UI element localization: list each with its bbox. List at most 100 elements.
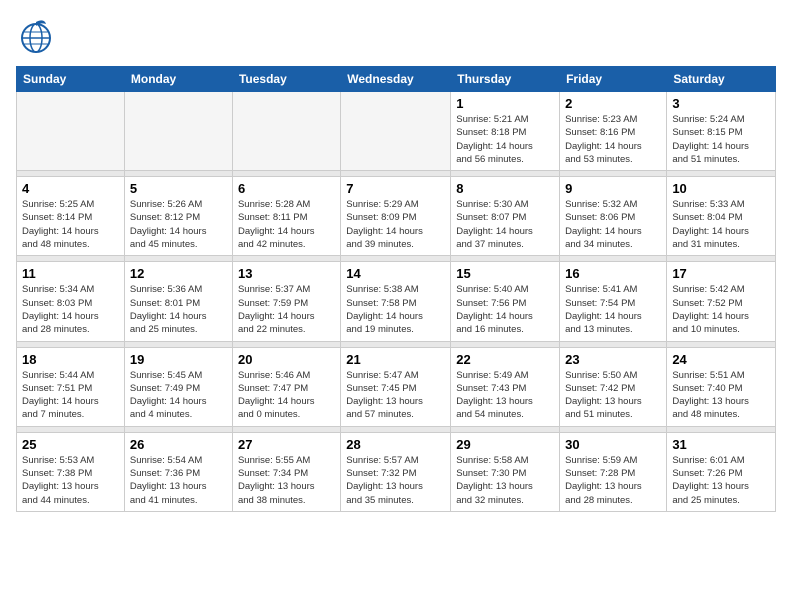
calendar-cell: 18 Sunrise: 5:44 AM Sunset: 7:51 PM Dayli…	[17, 347, 125, 426]
day-number: 10	[672, 181, 770, 196]
calendar-cell: 1 Sunrise: 5:21 AM Sunset: 8:18 PM Daylig…	[451, 92, 560, 171]
day-number: 20	[238, 352, 335, 367]
day-info: Sunrise: 5:49 AM Sunset: 7:43 PM Dayligh…	[456, 369, 554, 422]
day-info: Sunrise: 5:57 AM Sunset: 7:32 PM Dayligh…	[346, 454, 445, 507]
calendar-week-1: 1 Sunrise: 5:21 AM Sunset: 8:18 PM Daylig…	[17, 92, 776, 171]
day-number: 21	[346, 352, 445, 367]
day-number: 29	[456, 437, 554, 452]
calendar-cell	[341, 92, 451, 171]
calendar-cell: 10Sunrise: 5:33 AM Sunset: 8:04 PM Dayli…	[667, 177, 776, 256]
calendar-cell: 22 Sunrise: 5:49 AM Sunset: 7:43 PM Dayli…	[451, 347, 560, 426]
day-number: 9	[565, 181, 661, 196]
day-info: Sunrise: 5:46 AM Sunset: 7:47 PM Dayligh…	[238, 369, 335, 422]
calendar-cell: 3 Sunrise: 5:24 AM Sunset: 8:15 PM Daylig…	[667, 92, 776, 171]
calendar-cell: 16Sunrise: 5:41 AM Sunset: 7:54 PM Dayli…	[560, 262, 667, 341]
day-info: Sunrise: 5:55 AM Sunset: 7:34 PM Dayligh…	[238, 454, 335, 507]
calendar-cell: 23 Sunrise: 5:50 AM Sunset: 7:42 PM Dayli…	[560, 347, 667, 426]
day-info: Sunrise: 5:50 AM Sunset: 7:42 PM Dayligh…	[565, 369, 661, 422]
day-info: Sunrise: 5:26 AM Sunset: 8:12 PM Dayligh…	[130, 198, 227, 251]
day-info: Sunrise: 5:58 AM Sunset: 7:30 PM Dayligh…	[456, 454, 554, 507]
day-number: 2	[565, 96, 661, 111]
calendar-cell: 11 Sunrise: 5:34 AM Sunset: 8:03 PM Dayli…	[17, 262, 125, 341]
day-info: Sunrise: 5:30 AM Sunset: 8:07 PM Dayligh…	[456, 198, 554, 251]
calendar-cell: 17 Sunrise: 5:42 AM Sunset: 7:52 PM Dayli…	[667, 262, 776, 341]
calendar-table: SundayMondayTuesdayWednesdayThursdayFrid…	[16, 66, 776, 512]
day-number: 11	[22, 266, 119, 281]
day-info: Sunrise: 5:21 AM Sunset: 8:18 PM Dayligh…	[456, 113, 554, 166]
day-number: 28	[346, 437, 445, 452]
day-number: 14	[346, 266, 445, 281]
calendar-cell: 12 Sunrise: 5:36 AM Sunset: 8:01 PM Dayli…	[124, 262, 232, 341]
logo-icon	[16, 16, 56, 56]
day-number: 1	[456, 96, 554, 111]
day-info: Sunrise: 5:59 AM Sunset: 7:28 PM Dayligh…	[565, 454, 661, 507]
calendar-cell: 30 Sunrise: 5:59 AM Sunset: 7:28 PM Dayli…	[560, 432, 667, 511]
day-info: Sunrise: 5:42 AM Sunset: 7:52 PM Dayligh…	[672, 283, 770, 336]
day-info: Sunrise: 5:51 AM Sunset: 7:40 PM Dayligh…	[672, 369, 770, 422]
day-number: 7	[346, 181, 445, 196]
calendar-cell: 20 Sunrise: 5:46 AM Sunset: 7:47 PM Dayli…	[232, 347, 340, 426]
day-number: 27	[238, 437, 335, 452]
calendar-cell: 13 Sunrise: 5:37 AM Sunset: 7:59 PM Dayli…	[232, 262, 340, 341]
day-number: 18	[22, 352, 119, 367]
day-number: 24	[672, 352, 770, 367]
calendar-week-5: 25Sunrise: 5:53 AM Sunset: 7:38 PM Dayli…	[17, 432, 776, 511]
calendar-cell: 8 Sunrise: 5:30 AM Sunset: 8:07 PM Daylig…	[451, 177, 560, 256]
calendar-cell	[17, 92, 125, 171]
day-number: 8	[456, 181, 554, 196]
calendar-week-3: 11 Sunrise: 5:34 AM Sunset: 8:03 PM Dayli…	[17, 262, 776, 341]
calendar-cell	[232, 92, 340, 171]
day-number: 13	[238, 266, 335, 281]
calendar-header-thursday: Thursday	[451, 67, 560, 92]
calendar-cell: 29 Sunrise: 5:58 AM Sunset: 7:30 PM Dayli…	[451, 432, 560, 511]
day-info: Sunrise: 5:24 AM Sunset: 8:15 PM Dayligh…	[672, 113, 770, 166]
day-number: 15	[456, 266, 554, 281]
calendar-cell: 27 Sunrise: 5:55 AM Sunset: 7:34 PM Dayli…	[232, 432, 340, 511]
day-number: 4	[22, 181, 119, 196]
day-info: Sunrise: 5:36 AM Sunset: 8:01 PM Dayligh…	[130, 283, 227, 336]
day-info: Sunrise: 5:53 AM Sunset: 7:38 PM Dayligh…	[22, 454, 119, 507]
calendar-header-monday: Monday	[124, 67, 232, 92]
calendar-header-saturday: Saturday	[667, 67, 776, 92]
calendar-cell: 4 Sunrise: 5:25 AM Sunset: 8:14 PM Daylig…	[17, 177, 125, 256]
calendar-header-sunday: Sunday	[17, 67, 125, 92]
day-info: Sunrise: 5:54 AM Sunset: 7:36 PM Dayligh…	[130, 454, 227, 507]
calendar-header-tuesday: Tuesday	[232, 67, 340, 92]
day-number: 23	[565, 352, 661, 367]
day-info: Sunrise: 5:45 AM Sunset: 7:49 PM Dayligh…	[130, 369, 227, 422]
day-number: 17	[672, 266, 770, 281]
day-number: 3	[672, 96, 770, 111]
day-info: Sunrise: 5:41 AM Sunset: 7:54 PM Dayligh…	[565, 283, 661, 336]
calendar-header-wednesday: Wednesday	[341, 67, 451, 92]
calendar-cell: 14 Sunrise: 5:38 AM Sunset: 7:58 PM Dayli…	[341, 262, 451, 341]
day-info: Sunrise: 5:32 AM Sunset: 8:06 PM Dayligh…	[565, 198, 661, 251]
calendar-week-2: 4 Sunrise: 5:25 AM Sunset: 8:14 PM Daylig…	[17, 177, 776, 256]
calendar-cell: 15Sunrise: 5:40 AM Sunset: 7:56 PM Dayli…	[451, 262, 560, 341]
day-info: Sunrise: 5:37 AM Sunset: 7:59 PM Dayligh…	[238, 283, 335, 336]
day-info: Sunrise: 5:29 AM Sunset: 8:09 PM Dayligh…	[346, 198, 445, 251]
calendar-header-row: SundayMondayTuesdayWednesdayThursdayFrid…	[17, 67, 776, 92]
day-number: 19	[130, 352, 227, 367]
day-info: Sunrise: 5:25 AM Sunset: 8:14 PM Dayligh…	[22, 198, 119, 251]
day-number: 30	[565, 437, 661, 452]
day-info: Sunrise: 5:34 AM Sunset: 8:03 PM Dayligh…	[22, 283, 119, 336]
day-info: Sunrise: 5:44 AM Sunset: 7:51 PM Dayligh…	[22, 369, 119, 422]
logo	[16, 16, 60, 56]
calendar-cell: 24 Sunrise: 5:51 AM Sunset: 7:40 PM Dayli…	[667, 347, 776, 426]
calendar-cell: 19 Sunrise: 5:45 AM Sunset: 7:49 PM Dayli…	[124, 347, 232, 426]
day-number: 26	[130, 437, 227, 452]
calendar-cell: 6Sunrise: 5:28 AM Sunset: 8:11 PM Daylig…	[232, 177, 340, 256]
calendar-cell: 25Sunrise: 5:53 AM Sunset: 7:38 PM Dayli…	[17, 432, 125, 511]
calendar-cell: 2Sunrise: 5:23 AM Sunset: 8:16 PM Daylig…	[560, 92, 667, 171]
calendar-cell: 9 Sunrise: 5:32 AM Sunset: 8:06 PM Daylig…	[560, 177, 667, 256]
calendar-cell: 5Sunrise: 5:26 AM Sunset: 8:12 PM Daylig…	[124, 177, 232, 256]
calendar-week-4: 18 Sunrise: 5:44 AM Sunset: 7:51 PM Dayli…	[17, 347, 776, 426]
calendar-cell: 31Sunrise: 6:01 AM Sunset: 7:26 PM Dayli…	[667, 432, 776, 511]
day-number: 22	[456, 352, 554, 367]
day-number: 12	[130, 266, 227, 281]
page-header	[16, 16, 776, 56]
day-info: Sunrise: 5:38 AM Sunset: 7:58 PM Dayligh…	[346, 283, 445, 336]
day-number: 6	[238, 181, 335, 196]
calendar-header-friday: Friday	[560, 67, 667, 92]
day-info: Sunrise: 5:47 AM Sunset: 7:45 PM Dayligh…	[346, 369, 445, 422]
